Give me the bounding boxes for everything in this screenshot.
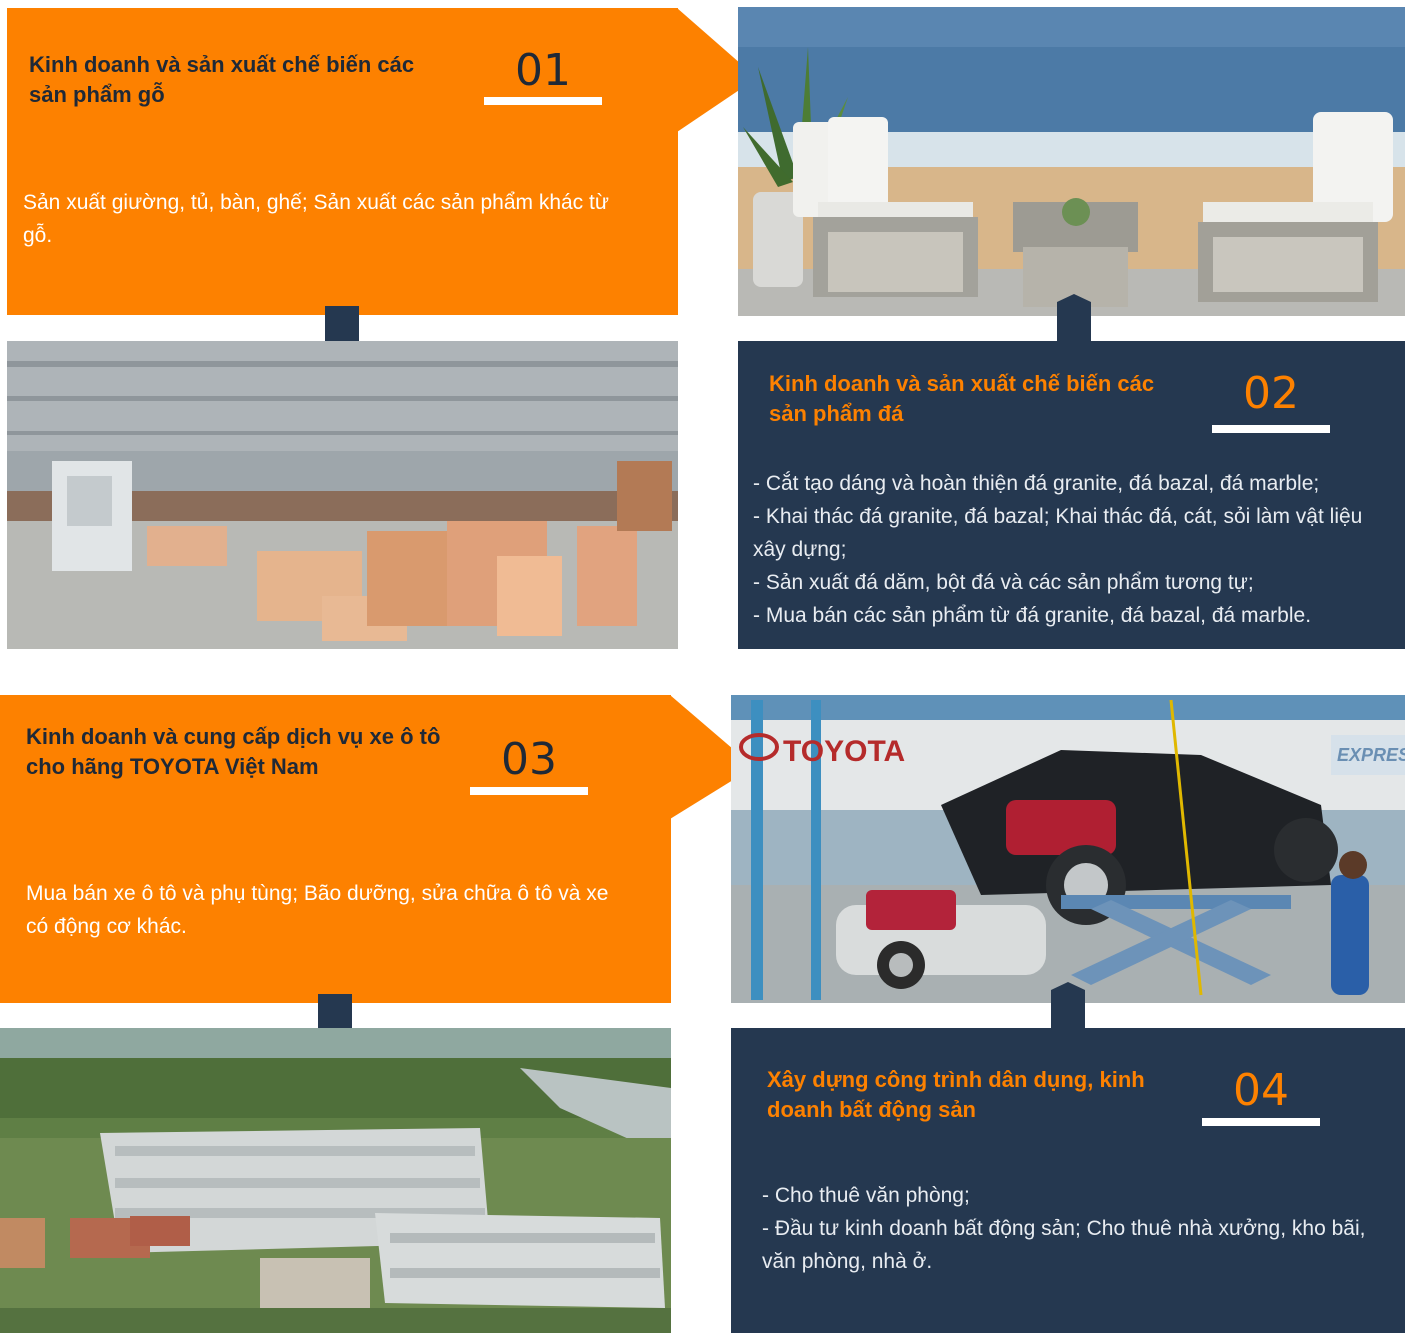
section-02-title: Kinh doanh và sản xuất chế biến các sản … (769, 371, 1155, 426)
section-01-card: Kinh doanh và sản xuất chế biến các sản … (7, 8, 678, 315)
section-04-card: Xây dựng công trình dân dụng, kinh doanh… (731, 1028, 1405, 1333)
section-02-connector-tab (1057, 294, 1091, 344)
section-01-number: 01 (515, 45, 571, 96)
section-02-description: - Cắt tạo dáng và hoàn thiện đá granite,… (753, 472, 1363, 627)
section-01-title: Kinh doanh và sản xuất chế biến các sản … (29, 52, 415, 107)
section-04-underline (1202, 1118, 1320, 1126)
section-02-underline (1212, 425, 1330, 433)
section-01-underline (484, 97, 602, 105)
section-03-card: Kinh doanh và cung cấp dịch vụ xe ô tô c… (0, 695, 671, 1003)
section-02-card: Kinh doanh và sản xuất chế biến các sản … (738, 341, 1405, 649)
section-03-title: Kinh doanh và cung cấp dịch vụ xe ô tô c… (26, 724, 441, 779)
section-04-title: Xây dựng công trình dân dụng, kinh doanh… (767, 1067, 1145, 1122)
section-03-number: 03 (501, 734, 557, 785)
wood-factory-photo (7, 341, 678, 649)
section-01-description: Sản xuất giường, tủ, bàn, ghế; Sản xuất … (23, 191, 609, 247)
section-04-number: 04 (1233, 1065, 1289, 1116)
toyota-sign: TOYOTA (783, 735, 905, 768)
section-03-description: Mua bán xe ô tô và phụ tùng; Bão dưỡng, … (26, 882, 609, 938)
toyota-service-photo: EXPRESS TOYOTA (731, 695, 1405, 1003)
section-04-description: - Cho thuê văn phòng; - Đầu tư kinh doan… (762, 1184, 1366, 1273)
beach-furniture-photo (738, 7, 1405, 316)
aerial-factory-photo (0, 1028, 671, 1333)
section-03-underline (470, 787, 588, 795)
express-sign: EXPRESS (1337, 745, 1405, 765)
section-02-number: 02 (1243, 368, 1299, 419)
section-04-connector-tab (1051, 982, 1085, 1032)
